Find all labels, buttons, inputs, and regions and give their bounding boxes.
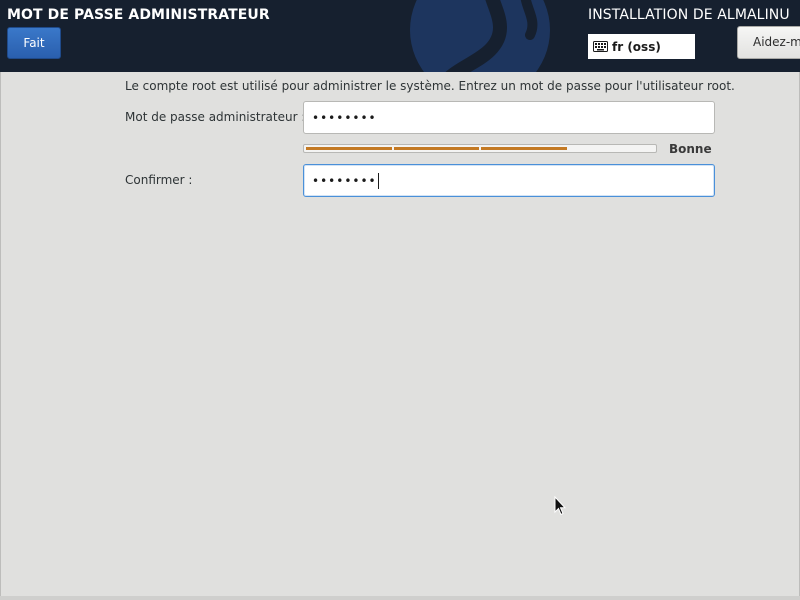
keyboard-layout-indicator[interactable]: fr (oss) — [588, 34, 695, 59]
strength-segment — [481, 147, 567, 150]
confirm-input-value: •••••••• — [312, 173, 377, 188]
installer-logo-icon — [410, 0, 550, 72]
page-title: MOT DE PASSE ADMINISTRATEUR — [7, 7, 270, 23]
confirm-label: Confirmer : — [125, 173, 193, 187]
installer-title: INSTALLATION DE ALMALINU — [588, 7, 790, 23]
password-label: Mot de passe administrateur : — [125, 110, 306, 124]
strength-segment — [306, 147, 392, 150]
text-caret — [377, 172, 379, 189]
strength-segment — [569, 147, 655, 150]
password-strength-label: Bonne — [669, 142, 712, 156]
mouse-pointer-icon — [554, 496, 566, 516]
keyboard-icon — [593, 41, 608, 52]
strength-segment — [393, 147, 479, 150]
bottom-edge — [0, 596, 800, 600]
help-button[interactable]: Aidez-m — [737, 26, 800, 59]
done-button[interactable]: Fait — [7, 27, 61, 59]
form-description: Le compte root est utilisé pour administ… — [125, 79, 735, 93]
password-strength-meter — [303, 144, 657, 153]
confirm-password-input[interactable]: •••••••• — [303, 164, 715, 197]
password-input-value: •••••••• — [312, 110, 377, 125]
keyboard-layout-label: fr (oss) — [612, 39, 661, 54]
header-bar: MOT DE PASSE ADMINISTRATEUR Fait INSTALL… — [0, 0, 800, 72]
password-input[interactable]: •••••••• — [303, 101, 715, 134]
